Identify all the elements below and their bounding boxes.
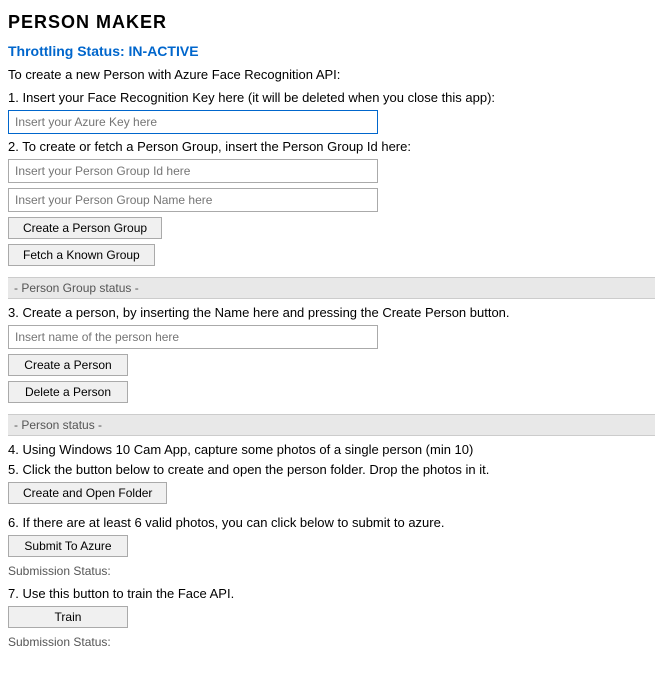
step-3-label: 3. Create a person, by inserting the Nam… <box>8 305 655 320</box>
step-3-section: 3. Create a person, by inserting the Nam… <box>8 305 655 408</box>
fetch-known-group-button[interactable]: Fetch a Known Group <box>8 244 155 266</box>
person-group-status: - Person Group status - <box>8 277 655 299</box>
throttle-status: Throttling Status: IN-ACTIVE <box>8 43 655 59</box>
person-group-name-input[interactable] <box>8 188 378 212</box>
step-4-label: 4. Using Windows 10 Cam App, capture som… <box>8 442 655 457</box>
step-7-label: 7. Use this button to train the Face API… <box>8 586 655 601</box>
person-status: - Person status - <box>8 414 655 436</box>
create-person-group-button[interactable]: Create a Person Group <box>8 217 162 239</box>
step-6-section: 6. If there are at least 6 valid photos,… <box>8 515 655 580</box>
step-2-section: 2. To create or fetch a Person Group, in… <box>8 139 655 271</box>
submit-to-azure-button[interactable]: Submit To Azure <box>8 535 128 557</box>
step-6-submission-status-label: Submission Status: <box>8 562 655 580</box>
create-open-folder-button[interactable]: Create and Open Folder <box>8 482 167 504</box>
step-1-section: 1. Insert your Face Recognition Key here… <box>8 90 655 134</box>
person-name-input[interactable] <box>8 325 378 349</box>
step-6-label: 6. If there are at least 6 valid photos,… <box>8 515 655 530</box>
azure-key-input[interactable] <box>8 110 378 134</box>
person-group-id-input[interactable] <box>8 159 378 183</box>
delete-person-button[interactable]: Delete a Person <box>8 381 128 403</box>
step-2-label: 2. To create or fetch a Person Group, in… <box>8 139 655 154</box>
step-7-section: 7. Use this button to train the Face API… <box>8 586 655 651</box>
intro-text: To create a new Person with Azure Face R… <box>8 67 655 82</box>
step-7-submission-status-label: Submission Status: <box>8 633 655 651</box>
step-5-label: 5. Click the button below to create and … <box>8 462 655 477</box>
step-4-section: 4. Using Windows 10 Cam App, capture som… <box>8 442 655 457</box>
app-title: PERSON MAKER <box>8 12 655 33</box>
step-1-label: 1. Insert your Face Recognition Key here… <box>8 90 655 105</box>
train-button[interactable]: Train <box>8 606 128 628</box>
create-person-button[interactable]: Create a Person <box>8 354 128 376</box>
step-5-section: 5. Click the button below to create and … <box>8 462 655 509</box>
